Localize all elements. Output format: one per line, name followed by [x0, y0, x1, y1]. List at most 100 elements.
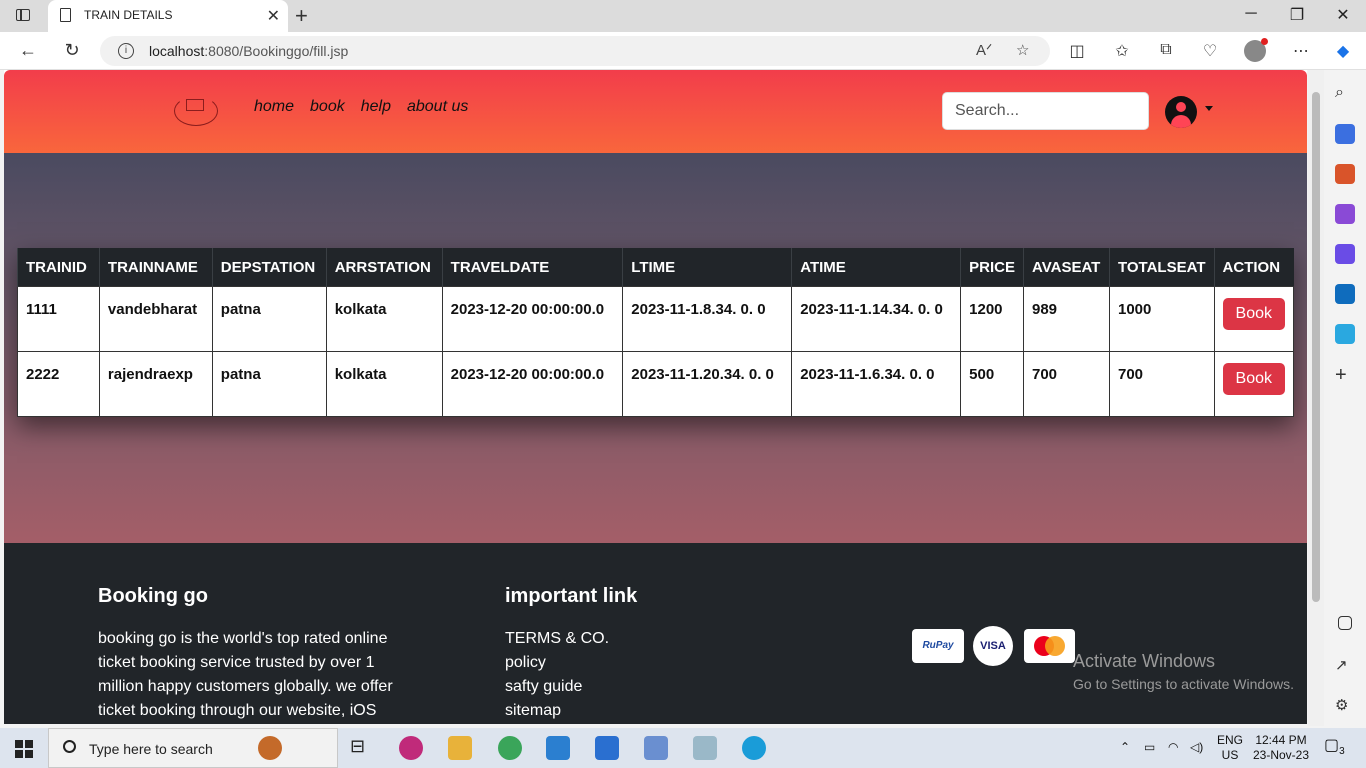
cell-totalseat: 1000 — [1108, 286, 1215, 352]
table-row: 1111 vandebharat patna kolkata 2023-12-2… — [17, 286, 1295, 352]
col-header-action: ACTION — [1213, 248, 1294, 287]
cell-traveldate: 2023-12-20 00:00:00.0 — [441, 351, 624, 417]
nav-link-book[interactable]: book — [310, 98, 345, 116]
book-button[interactable]: Book — [1222, 363, 1285, 395]
task-view-icon[interactable]: ⊟ — [350, 736, 374, 760]
favorites-icon[interactable]: ✩ — [1110, 41, 1134, 61]
footer-brand-heading: Booking go — [98, 585, 208, 607]
cell-arrstation: kolkata — [325, 351, 443, 417]
external-link-icon[interactable]: ↗ — [1335, 656, 1355, 676]
col-header-trainname: TRAINNAME — [98, 248, 213, 287]
taskbar-search[interactable]: Type here to search — [48, 728, 338, 768]
edge-icon[interactable] — [742, 736, 766, 760]
visa-icon: VISA — [973, 626, 1013, 666]
site-logo[interactable] — [174, 96, 218, 126]
collections-icon[interactable]: ⧉ — [1154, 41, 1178, 59]
rupay-icon: RuPay — [912, 629, 964, 663]
col-header-arrstation: ARRSTATION — [325, 248, 443, 287]
wifi-icon[interactable]: ◠ — [1168, 740, 1178, 755]
shopping-icon[interactable] — [1335, 124, 1355, 144]
page-scrollbar[interactable] — [1308, 70, 1324, 726]
info-icon[interactable]: i — [118, 43, 134, 59]
thanksgiving-icon[interactable] — [258, 736, 282, 760]
url-field[interactable]: i localhost:8080/Bookinggo/fill.jsp Aᐟ ☆ — [100, 36, 1050, 66]
cell-trainname: rajendraexp — [98, 351, 213, 417]
back-icon[interactable]: ← — [16, 40, 40, 61]
read-aloud-icon[interactable]: Aᐟ — [976, 41, 992, 59]
cell-trainid: 2222 — [17, 351, 100, 417]
book-button[interactable]: Book — [1222, 298, 1285, 330]
outlook-icon[interactable] — [1335, 284, 1355, 304]
close-tab-icon[interactable]: ✕ — [267, 6, 280, 26]
cell-ltime: 2023-11-1.20.34. 0. 0 — [622, 351, 793, 417]
user-account-icon[interactable] — [1165, 96, 1197, 128]
tab-actions-icon[interactable] — [16, 9, 30, 21]
copilot-icon[interactable]: ◆ — [1331, 41, 1355, 61]
cell-atime: 2023-11-1.14.34. 0. 0 — [791, 286, 962, 352]
performance-icon[interactable]: ♡ — [1198, 41, 1222, 61]
box-icon[interactable] — [644, 736, 668, 760]
notifications-icon[interactable]: ▢3 — [1324, 737, 1345, 759]
cell-traveldate: 2023-12-20 00:00:00.0 — [441, 286, 624, 352]
edge-sidebar: ⌕ + ↗ ⚙ — [1324, 70, 1366, 726]
cell-depstation: patna — [211, 286, 327, 352]
cell-action: Book — [1213, 351, 1295, 417]
browser-tab-bar: TRAIN DETAILS ✕ + ─ ❐ ✕ — [0, 0, 1366, 32]
language-indicator[interactable]: ENG US — [1217, 733, 1243, 763]
chrome-icon[interactable] — [498, 736, 522, 760]
tools-icon[interactable] — [1335, 164, 1355, 184]
cell-totalseat: 700 — [1108, 351, 1215, 417]
nav-links: home book help about us — [254, 98, 468, 116]
search-icon[interactable]: ⌕ — [1335, 84, 1355, 104]
table-header-row: TRAINID TRAINNAME DEPSTATION ARRSTATION … — [17, 248, 1294, 287]
volume-icon[interactable]: ◁) — [1190, 740, 1203, 755]
clock[interactable]: 12:44 PM 23-Nov-23 — [1251, 733, 1311, 763]
footer-link-sitemap[interactable]: sitemap — [505, 699, 609, 723]
refresh-icon[interactable]: ↻ — [60, 40, 84, 61]
chevron-down-icon[interactable] — [1205, 106, 1213, 111]
site-footer: Booking go booking go is the world's top… — [4, 543, 1307, 724]
activate-windows-watermark: Activate Windows Go to Settings to activ… — [1073, 651, 1294, 692]
chevron-up-icon[interactable]: ⌃ — [1120, 740, 1130, 755]
add-icon[interactable]: + — [1335, 364, 1355, 386]
settings-gear-icon[interactable]: ⚙ — [1335, 696, 1355, 716]
nav-link-help[interactable]: help — [361, 98, 391, 116]
windows-start-icon[interactable] — [15, 740, 33, 758]
sidebar-toggle-icon[interactable] — [1338, 616, 1352, 630]
notepad-icon[interactable] — [693, 736, 717, 760]
col-header-trainid: TRAINID — [17, 248, 100, 287]
footer-link-safety-guide[interactable]: safty guide — [505, 675, 609, 699]
close-window-icon[interactable]: ✕ — [1320, 5, 1366, 25]
microsoft365-icon[interactable] — [1335, 244, 1355, 264]
cell-price: 500 — [960, 351, 1024, 417]
url-text: localhost:8080/Bookinggo/fill.jsp — [149, 43, 349, 59]
restore-icon[interactable]: ❐ — [1274, 5, 1320, 25]
split-screen-icon[interactable]: ◫ — [1065, 41, 1089, 61]
footer-link-policy[interactable]: policy — [505, 651, 609, 675]
vscode-icon[interactable] — [546, 736, 570, 760]
wps-icon[interactable] — [399, 736, 423, 760]
web-page: home book help about us TRAINID TRAINNAM… — [4, 70, 1307, 724]
search-input[interactable] — [942, 92, 1149, 130]
col-header-price: PRICE — [960, 248, 1024, 287]
nav-link-about-us[interactable]: about us — [407, 98, 468, 116]
app-icon[interactable] — [595, 736, 619, 760]
cell-ltime: 2023-11-1.8.34. 0. 0 — [622, 286, 793, 352]
favorite-star-icon[interactable]: ☆ — [1016, 41, 1029, 59]
battery-icon[interactable]: ▭ — [1144, 740, 1155, 755]
nav-link-home[interactable]: home — [254, 98, 294, 116]
col-header-traveldate: TRAVELDATE — [441, 248, 623, 287]
train-details-table: TRAINID TRAINNAME DEPSTATION ARRSTATION … — [17, 248, 1295, 417]
more-menu-icon[interactable]: ⋯ — [1289, 41, 1313, 61]
minimize-icon[interactable]: ─ — [1228, 5, 1274, 23]
col-header-avaseat: AVASEAT — [1023, 248, 1110, 287]
new-tab-icon[interactable]: + — [295, 3, 308, 29]
profile-icon[interactable] — [1244, 38, 1268, 62]
browser-tab[interactable]: TRAIN DETAILS ✕ — [48, 0, 288, 32]
col-header-totalseat: TOTALSEAT — [1108, 248, 1215, 287]
drop-icon[interactable] — [1335, 324, 1355, 344]
file-explorer-icon[interactable] — [448, 736, 472, 760]
footer-link-terms[interactable]: TERMS & CO. — [505, 627, 609, 651]
games-icon[interactable] — [1335, 204, 1355, 224]
col-header-ltime: LTIME — [622, 248, 792, 287]
